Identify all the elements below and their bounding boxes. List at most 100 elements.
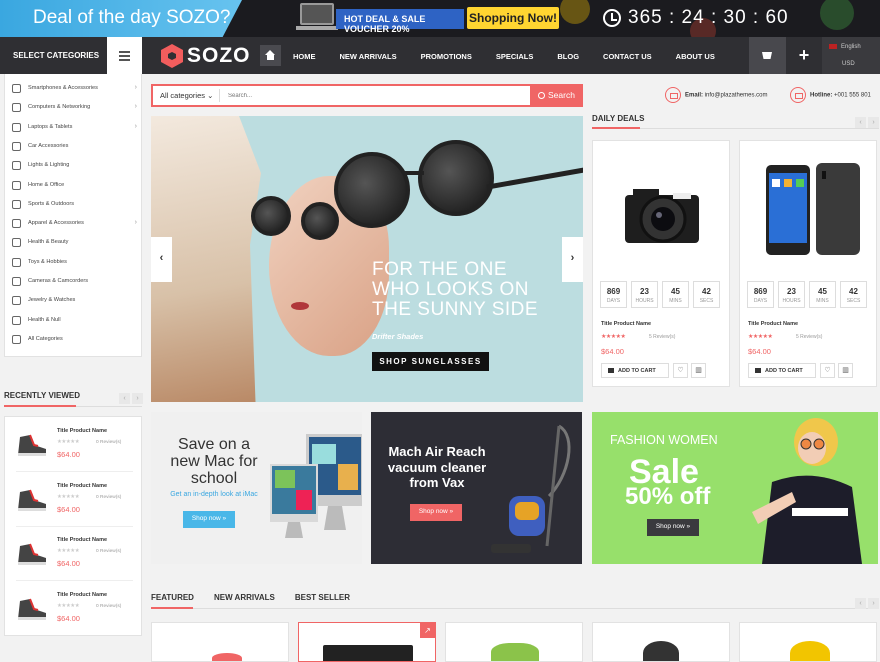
featured-product-card[interactable] [592,622,730,662]
chevron-left-icon[interactable]: ‹ [855,117,866,128]
countdown-box: 45 MINS [662,281,689,308]
language-currency-switcher[interactable]: English USD [822,37,880,74]
nav-link-new-arrivals[interactable]: NEW ARRIVALS [340,52,397,61]
tab-new-arrivals[interactable]: NEW ARRIVALS [214,593,275,602]
recently-viewed-item[interactable]: Title Product Name ★★★★★ 0 Review(s) $64.00 [5,472,143,527]
email-value[interactable]: info@plazathemes.com [705,93,768,99]
mac-banner-title-line: school [190,470,238,487]
nav-link-home[interactable]: HOME [293,52,316,61]
category-item[interactable]: Laptops & Tablets › [5,118,143,137]
product-title[interactable]: Title Product Name [57,428,107,434]
featured-product-card[interactable] [739,622,877,662]
product-image [323,645,413,661]
plus-button[interactable]: + [786,37,822,74]
chevron-right-icon: › [134,84,137,91]
bike-icon [12,199,21,209]
category-item[interactable]: Health & Null [5,311,143,330]
slider-next-button[interactable]: › [562,237,583,282]
product-image[interactable] [752,151,866,271]
category-item[interactable]: Car Accessories [5,137,143,156]
shopping-now-button[interactable]: Shopping Now! [467,7,559,29]
product-title[interactable]: Title Product Name [601,321,651,327]
featured-product-card[interactable]: ↗ [298,622,436,662]
category-item[interactable]: Lights & Lighting [5,156,143,175]
mac-banner[interactable]: Save on a new Mac for school Get an in-d… [151,412,362,564]
select-categories-label[interactable]: SELECT CATEGORIES [0,37,107,74]
main-navbar: SELECT CATEGORIES SOZO HOME NEW ARRIVALS… [0,37,880,74]
language-select[interactable]: English [841,44,861,50]
wishlist-heart-icon[interactable]: ♡ [673,363,688,378]
logo[interactable]: SOZO [142,37,250,74]
fashion-sale-banner[interactable]: FASHION WOMEN Sale 50% off Shop now » [592,412,878,564]
home-icon[interactable] [260,45,281,66]
category-item[interactable]: All Categories [5,330,143,349]
bokeh-decoration [560,0,590,24]
tab-best-seller[interactable]: BEST SELLER [295,593,350,602]
search-button[interactable]: Search [530,84,583,107]
camera-icon [12,277,21,286]
chevron-right-icon[interactable]: › [868,598,879,609]
logo-hexagon-icon [161,44,183,68]
category-item[interactable]: Sports & Outdoors [5,195,143,214]
recently-viewed-item[interactable]: Title Product Name ★★★★★ 0 Review(s) $64.00 [5,417,143,472]
category-item[interactable]: Computers & Networking › [5,98,143,117]
hero-slider[interactable]: FOR THE ONE WHO LOOKS ON THE SUNNY SIDE … [151,116,583,402]
category-item[interactable]: Health & Beauty [5,233,143,252]
featured-product-card[interactable] [151,622,289,662]
add-to-cart-button[interactable]: ADD TO CART [748,363,816,378]
product-title[interactable]: Title Product Name [57,592,107,598]
product-title[interactable]: Title Product Name [748,321,798,327]
nav-link-promotions[interactable]: PROMOTIONS [421,52,472,61]
recently-viewed-item[interactable]: Title Product Name ★★★★★ 0 Review(s) $64.00 [5,581,143,636]
countdown-value: 869 [753,287,768,296]
slider-headline: FOR THE ONE WHO LOOKS ON THE SUNNY SIDE [372,260,538,320]
laptop-icon [296,3,338,30]
countdown-box: 869 DAYS [600,281,627,308]
wishlist-heart-icon[interactable]: ♡ [820,363,835,378]
nav-links: HOME NEW ARRIVALS PROMOTIONS SPECIALS BL… [293,52,739,61]
compare-chart-icon[interactable]: ▥ [691,363,706,378]
shop-sunglasses-button[interactable]: SHOP SUNGLASSES [372,352,489,371]
compare-chart-icon[interactable]: ▥ [838,363,853,378]
tab-underline [151,607,193,609]
recently-viewed-item[interactable]: Title Product Name ★★★★★ 0 Review(s) $64.00 [5,526,143,581]
slider-prev-button[interactable]: ‹ [151,237,172,282]
chevron-left-icon[interactable]: ‹ [119,393,130,404]
mac-banner-title: Save on a new Mac for school [161,436,267,487]
nav-link-contact-us[interactable]: CONTACT US [603,52,652,61]
chevron-right-icon[interactable]: › [868,117,879,128]
mac-shop-now-button[interactable]: Shop now » [183,511,235,528]
category-item[interactable]: Smartphones & Accessories › [5,79,143,98]
menu-toggle-button[interactable] [107,37,142,74]
hotline-value[interactable]: +001 555 801 [834,93,871,99]
product-image[interactable] [605,151,719,271]
category-item[interactable]: Toys & Hobbies [5,253,143,272]
chevron-left-icon[interactable]: ‹ [855,598,866,609]
deal-of-day-banner[interactable]: Deal of the day SOZO? [0,0,242,37]
nav-link-about-us[interactable]: ABOUT US [676,52,715,61]
fashion-shop-now-button[interactable]: Shop now » [647,519,699,536]
external-link-icon[interactable]: ↗ [420,623,435,638]
category-dropdown[interactable]: All categories ⌄ [160,91,213,100]
vacuum-shop-now-button[interactable]: Shop now » [410,504,462,521]
featured-product-card[interactable] [445,622,583,662]
nav-link-specials[interactable]: SPECIALS [496,52,534,61]
tab-featured[interactable]: FEATURED [151,593,194,602]
product-title[interactable]: Title Product Name [57,483,107,489]
search-input[interactable] [228,90,518,102]
deal-product-card[interactable]: 869 DAYS 23 HOURS 45 MINS 42 SECS Title Product … [739,140,877,387]
chevron-right-icon[interactable]: › [132,393,143,404]
product-title[interactable]: Title Product Name [57,537,107,543]
deal-product-card[interactable]: 869 DAYS 23 HOURS 45 MINS 42 SECS Title Product … [592,140,730,387]
category-item[interactable]: Cameras & Camcorders [5,272,143,291]
category-label: Cameras & Camcorders [28,278,88,284]
nav-link-blog[interactable]: BLOG [557,52,579,61]
cart-button[interactable] [749,37,786,74]
add-to-cart-button[interactable]: ADD TO CART [601,363,669,378]
category-item[interactable]: Apparel & Accessories › [5,214,143,233]
currency-select[interactable]: USD [842,61,855,67]
vacuum-banner[interactable]: Mach Air Reach vacuum cleaner from Vax S… [371,412,582,564]
slider-headline-line: WHO LOOKS ON [372,279,529,300]
category-item[interactable]: Jewelry & Watches [5,291,143,310]
category-item[interactable]: Home & Office [5,176,143,195]
